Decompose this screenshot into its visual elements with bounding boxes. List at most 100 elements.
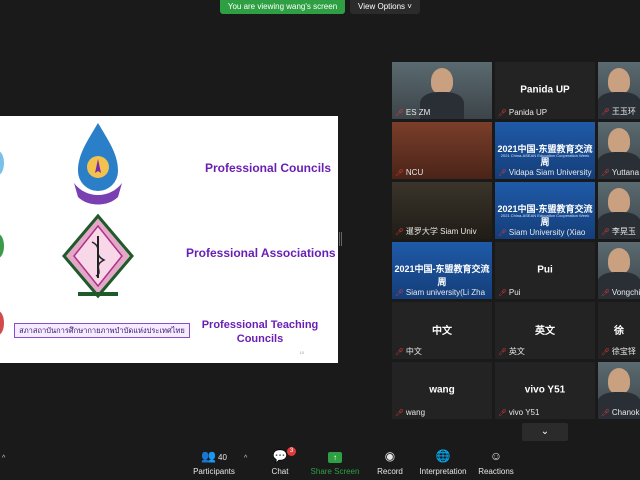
interpretation-icon: 🌐: [435, 449, 451, 463]
participant-display-name: 中文: [432, 325, 452, 337]
participants-menu-caret[interactable]: ^: [244, 455, 247, 462]
participant-name-tag: 🎤︎ vivo Y51: [498, 408, 539, 417]
participant-name: vivo Y51: [508, 408, 540, 417]
mic-muted-icon: 🎤︎: [498, 348, 507, 356]
participant-name-tag: 🎤︎ ES ZM: [395, 108, 430, 117]
participant-name-tag: 🎤︎ 中文: [395, 346, 422, 357]
mic-muted-icon: 🎤︎: [601, 289, 610, 297]
reactions-icon: ☺: [489, 449, 503, 463]
participant-tile[interactable]: 2021中国-东盟教育交流周 2021 China-ASEAN Education…: [495, 182, 595, 239]
participant-tile[interactable]: 🎤︎ Vongchi: [598, 242, 640, 299]
mic-muted-icon: 🎤︎: [395, 409, 404, 417]
slide-heading-councils: Professional Councils: [205, 161, 332, 175]
participant-name-tag: 🎤︎ 徐宝铎: [601, 346, 636, 357]
cropped-logo: [0, 234, 4, 258]
mic-muted-icon: 🎤︎: [395, 348, 404, 356]
participant-name: ES ZM: [405, 108, 431, 117]
participant-video-silhouette: [608, 68, 630, 94]
event-banner-title: 2021中国-东盟教育交流周: [394, 264, 490, 287]
participant-name: Vidapa Siam University: [508, 168, 592, 177]
event-banner-subtitle: 2021 China-ASEAN Education Cooperation W…: [500, 153, 590, 158]
chat-label: Chat: [271, 467, 289, 476]
interpretation-label: Interpretation: [419, 467, 467, 476]
gallery-scroll-down-button[interactable]: ⌄: [522, 423, 568, 441]
mic-muted-icon: 🎤︎: [498, 169, 507, 177]
mic-muted-icon: 🎤︎: [498, 409, 507, 417]
mic-muted-icon: 🎤︎: [395, 289, 404, 297]
share-screen-button[interactable]: ↑ Share Screen: [305, 448, 365, 476]
participant-display-name: 徐: [614, 325, 624, 337]
record-button[interactable]: ◉ Record: [360, 448, 420, 476]
mic-muted-icon: 🎤︎: [498, 229, 507, 237]
mic-muted-icon: 🎤︎: [601, 169, 610, 177]
chevron-up-icon[interactable]: ^: [2, 455, 5, 462]
cropped-logo: [0, 151, 4, 175]
event-banner-subtitle: 2021 China-ASEAN Education Cooperation W…: [500, 213, 590, 218]
reactions-label: Reactions: [478, 467, 514, 476]
slide-heading-associations: Professional Associations: [186, 246, 336, 260]
participant-name: 暹罗大学 Siam Univ: [405, 227, 477, 236]
participant-video-silhouette: [431, 68, 453, 94]
participant-name: Pui: [508, 288, 521, 297]
participant-name-tag: 🎤︎ 李晃玉: [601, 226, 636, 237]
view-options-button[interactable]: View Options ˅: [350, 0, 420, 14]
participant-tile[interactable]: wang 🎤︎ wang: [392, 362, 492, 419]
meeting-toolbar: ^ 👥 40 Participants ^ 💬 3 Chat ↑ Share Sc…: [0, 446, 640, 480]
participant-name: NCU: [405, 168, 424, 177]
participant-name: Panida UP: [508, 108, 548, 117]
participant-tile[interactable]: 🎤︎Yuttana M: [598, 122, 640, 179]
chevron-down-icon: ⌄: [540, 426, 550, 437]
participant-tile[interactable]: 🎤︎ 暹罗大学 Siam Univ: [392, 182, 492, 239]
participant-name-tag: 🎤︎ Siam university(Li Zha: [395, 288, 485, 297]
participant-display-name: Pui: [537, 263, 553, 275]
participant-display-name: wang: [429, 383, 455, 395]
participant-name-tag: 🎤︎ Vidapa Siam University: [498, 168, 591, 177]
participant-name-tag: 🎤︎ 英文: [498, 346, 525, 357]
interpretation-button[interactable]: 🌐 Interpretation: [413, 448, 473, 476]
share-screen-icon: ↑: [328, 452, 342, 463]
participant-name-tag: 🎤︎ 王玉环: [601, 106, 636, 117]
participant-tile[interactable]: 🎤︎ 李晃玉: [598, 182, 640, 239]
participant-video-silhouette: [608, 188, 630, 214]
participant-tile[interactable]: 2021中国-东盟教育交流周 🎤︎ Siam university(Li Zha: [392, 242, 492, 299]
participant-name: Siam university(Li Zha: [405, 288, 486, 297]
participant-tile[interactable]: 2021中国-东盟教育交流周 2021 China-ASEAN Education…: [495, 122, 595, 179]
participant-tile[interactable]: 🎤︎ NCU: [392, 122, 492, 179]
participant-display-name: vivo Y51: [524, 383, 566, 395]
participant-tile[interactable]: 🎤︎ ES ZM: [392, 62, 492, 119]
slide-heading-teaching-councils: Professional Teaching Councils: [201, 319, 319, 345]
participant-tile[interactable]: Pui 🎤︎ Pui: [495, 242, 595, 299]
mic-muted-icon: 🎤︎: [601, 108, 610, 116]
participant-tile[interactable]: 英文 🎤︎ 英文: [495, 302, 595, 359]
chat-unread-badge: 3: [287, 447, 296, 456]
participant-name: 王玉环: [611, 107, 636, 116]
participant-tile[interactable]: 🎤︎ Chanok: [598, 362, 640, 419]
participants-button[interactable]: 👥 40 Participants: [184, 448, 244, 476]
participant-tile[interactable]: 中文 🎤︎ 中文: [392, 302, 492, 359]
participant-tile[interactable]: 🎤︎ 王玉环: [598, 62, 640, 119]
participant-name-tag: 🎤︎ NCU: [395, 168, 423, 177]
mic-muted-icon: 🎤︎: [601, 409, 610, 417]
participant-name-tag: 🎤︎ 暹罗大学 Siam Univ: [395, 226, 477, 237]
participants-label: Participants: [193, 467, 235, 476]
participant-tile[interactable]: 徐 🎤︎ 徐宝铎: [598, 302, 640, 359]
participant-video-silhouette: [608, 248, 630, 274]
participant-name-tag: 🎤︎ Siam University (Xiao: [498, 228, 585, 237]
participant-display-name: Panida UP: [520, 83, 570, 95]
mic-muted-icon: 🎤︎: [498, 289, 507, 297]
chat-button[interactable]: 💬 3 Chat: [250, 447, 310, 476]
participant-name-tag: 🎤︎ Pui: [498, 288, 520, 297]
participant-video-silhouette: [608, 128, 630, 154]
professional-association-logo: [62, 213, 134, 299]
record-icon: ◉: [384, 449, 396, 463]
reactions-button[interactable]: ☺ Reactions: [466, 448, 526, 476]
participant-name-tag: 🎤︎Yuttana M: [601, 168, 640, 177]
participant-tile[interactable]: vivo Y51 🎤︎ vivo Y51: [495, 362, 595, 419]
shared-screen-slide: Professional Councils Professional Assoc…: [0, 116, 338, 363]
professional-council-logo: [74, 123, 122, 205]
participant-tile[interactable]: Panida UP 🎤︎ Panida UP: [495, 62, 595, 119]
panel-resize-handle[interactable]: [339, 232, 342, 246]
mic-muted-icon: 🎤︎: [395, 169, 404, 177]
participant-count: 40: [218, 453, 227, 462]
viewing-screen-banner: You are viewing wang's screen: [220, 0, 345, 14]
